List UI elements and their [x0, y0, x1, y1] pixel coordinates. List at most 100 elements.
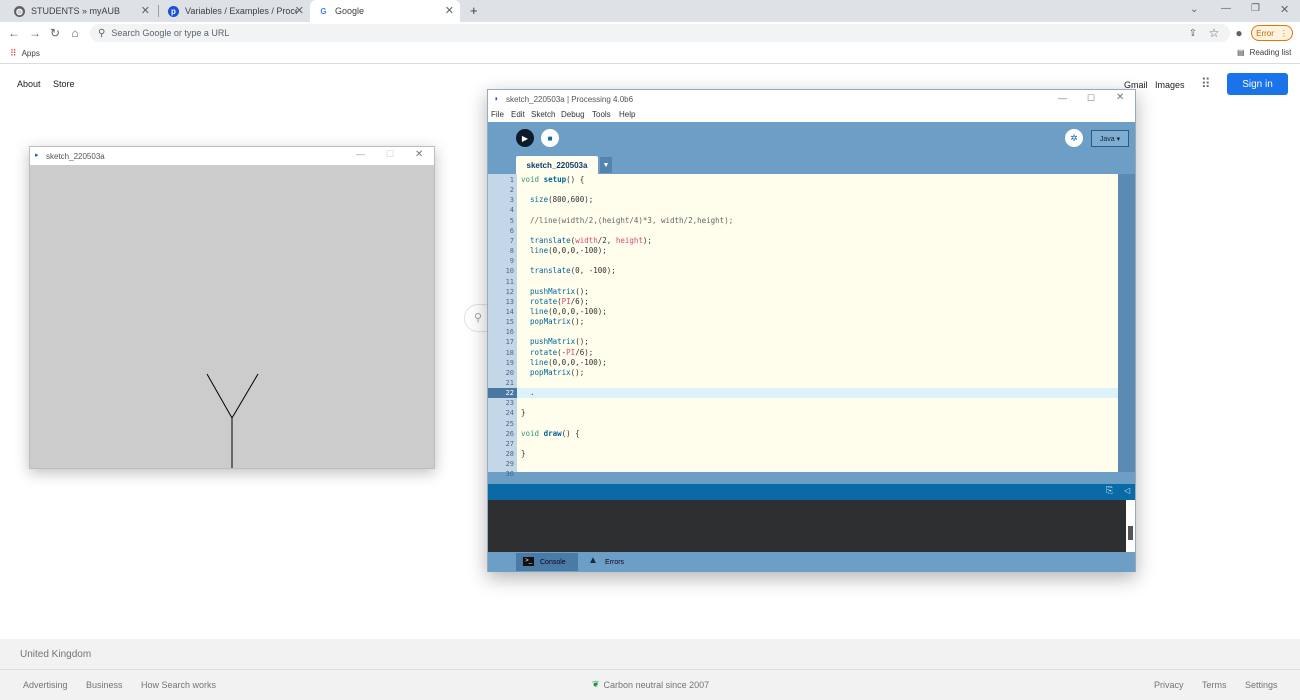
- sign-in-button[interactable]: Sign in: [1227, 73, 1288, 95]
- menu-edit[interactable]: Edit: [511, 110, 525, 119]
- tree-right-branch-line: [231, 373, 259, 419]
- code-line: pushMatrix();: [530, 286, 589, 296]
- tab-processing[interactable]: p Variables / Examples / Processing ✕: [160, 0, 310, 22]
- run-button[interactable]: ▶: [516, 129, 534, 147]
- about-link[interactable]: About: [17, 79, 41, 89]
- error-label: Error: [1256, 28, 1274, 38]
- code-line: void setup() {: [521, 175, 585, 184]
- code-line: translate(width/2, height);: [530, 235, 652, 245]
- tab-menu-arrow-icon[interactable]: ▼: [600, 157, 612, 173]
- editor-scrollbar[interactable]: [1118, 174, 1135, 472]
- minimize-icon[interactable]: —: [356, 149, 365, 159]
- debug-button[interactable]: ✲: [1065, 129, 1083, 147]
- line-number: 15: [505, 318, 514, 327]
- console-tab[interactable]: >_ Console: [516, 553, 578, 571]
- errors-tab[interactable]: ▲ Errors: [588, 553, 648, 571]
- business-link[interactable]: Business: [86, 680, 123, 690]
- carbon-neutral-label: Carbon neutral since 2007: [603, 679, 710, 690]
- close-icon[interactable]: ✕: [445, 4, 454, 17]
- share-icon[interactable]: ⇪: [1184, 24, 1202, 42]
- error-button[interactable]: Error ⋮: [1251, 25, 1293, 41]
- collapse-arrow-icon[interactable]: ◁: [1124, 486, 1130, 495]
- privacy-link[interactable]: Privacy: [1154, 680, 1184, 690]
- sketch-window-titlebar[interactable]: ▸ sketch_220503a — ☐ ✕: [30, 147, 434, 165]
- tab-search-icon[interactable]: ⌄: [1190, 4, 1198, 15]
- images-link[interactable]: Images: [1155, 80, 1185, 90]
- ide-titlebar[interactable]: ◗ sketch_220503a | Processing 4.0b6 — ☐ …: [488, 90, 1135, 109]
- copy-icon[interactable]: ⎘: [1106, 485, 1113, 496]
- maximize-icon[interactable]: ☐: [386, 149, 394, 160]
- browser-toolbar: ← → ↻ ⌂ ⚲ Search Google or type a URL ⇪ …: [0, 22, 1300, 44]
- line-number: 3: [509, 196, 514, 205]
- console-scroll-thumb[interactable]: [1128, 526, 1133, 540]
- code-line: }: [521, 449, 526, 459]
- console-scrollbar[interactable]: [1126, 500, 1135, 552]
- new-tab-button[interactable]: +: [470, 3, 478, 18]
- tab-google[interactable]: G Google ✕: [310, 0, 460, 22]
- profile-icon[interactable]: ●: [1230, 24, 1248, 42]
- mode-selector[interactable]: Java ▾: [1091, 130, 1129, 147]
- ide-menubar: File Edit Sketch Debug Tools Help: [488, 109, 1135, 122]
- reading-list-button[interactable]: ▤ Reading list: [1237, 48, 1291, 57]
- menu-sketch[interactable]: Sketch: [531, 110, 555, 119]
- line-number: 22: [505, 389, 514, 398]
- reading-list-icon: ▤: [1237, 48, 1245, 57]
- tab-myaub[interactable]: ◍ STUDENTS » myAUB ✕: [6, 0, 156, 22]
- stop-button[interactable]: ■: [541, 129, 559, 147]
- line-number: 9: [509, 257, 514, 266]
- country-label: United Kingdom: [20, 649, 92, 660]
- code-editor[interactable]: void setup() { size(800,600); //line(wid…: [517, 174, 1118, 472]
- stop-icon: ■: [547, 133, 553, 143]
- code-line: .: [521, 388, 535, 398]
- close-icon[interactable]: ✕: [295, 4, 304, 17]
- google-icon: G: [320, 6, 327, 16]
- menu-help[interactable]: Help: [619, 110, 635, 119]
- line-number: 16: [505, 328, 514, 337]
- home-icon[interactable]: ⌂: [66, 24, 84, 42]
- sketch-canvas: [206, 373, 259, 468]
- minimize-icon[interactable]: —: [1058, 93, 1067, 103]
- line-number: 27: [505, 439, 514, 448]
- processing-icon: ▸: [35, 152, 39, 159]
- apps-bookmark[interactable]: ⠿ Apps: [10, 48, 40, 59]
- star-icon[interactable]: ☆: [1205, 24, 1223, 42]
- line-number: 12: [505, 287, 514, 296]
- line-number: 6: [509, 226, 514, 235]
- close-icon[interactable]: ✕: [1116, 92, 1124, 103]
- terms-link[interactable]: Terms: [1202, 680, 1227, 690]
- restore-icon[interactable]: ❐: [1251, 3, 1260, 14]
- minimize-icon[interactable]: —: [1221, 3, 1231, 14]
- forward-icon[interactable]: →: [26, 24, 44, 42]
- back-icon[interactable]: ←: [5, 24, 23, 42]
- processing-icon: p: [168, 5, 179, 17]
- how-search-works-link[interactable]: How Search works: [141, 680, 216, 690]
- warning-icon: ▲: [588, 555, 598, 566]
- browser-tab-strip: ◍ STUDENTS » myAUB ✕ p Variables / Examp…: [0, 0, 1300, 22]
- code-line: popMatrix();: [530, 367, 585, 377]
- code-line: popMatrix();: [530, 317, 585, 327]
- reload-icon[interactable]: ↻: [46, 24, 64, 42]
- menu-debug[interactable]: Debug: [561, 110, 585, 119]
- line-number: 29: [505, 460, 514, 469]
- line-number: 25: [505, 419, 514, 428]
- apps-grid-icon[interactable]: ⠿: [1201, 76, 1211, 92]
- menu-file[interactable]: File: [491, 110, 504, 119]
- ide-toolbar: ▶ ■ ✲ Java ▾ sketch_220503a ▼: [488, 122, 1135, 174]
- carbon-neutral-link[interactable]: ❦ Carbon neutral since 2007: [592, 679, 709, 690]
- line-number: 23: [505, 399, 514, 408]
- line-number: 17: [505, 338, 514, 347]
- code-line: rotate(-PI/6);: [530, 347, 594, 357]
- close-window-icon[interactable]: ✕: [1280, 3, 1289, 16]
- maximize-icon[interactable]: ☐: [1087, 93, 1095, 104]
- terminal-icon: >_: [523, 557, 534, 566]
- sketch-tab[interactable]: sketch_220503a: [516, 156, 598, 174]
- processing-icon: ◗: [494, 94, 499, 103]
- store-link[interactable]: Store: [53, 79, 75, 89]
- close-icon[interactable]: ✕: [415, 149, 423, 160]
- advertising-link[interactable]: Advertising: [23, 680, 68, 690]
- menu-tools[interactable]: Tools: [592, 110, 611, 119]
- omnibox[interactable]: ⚲ Search Google or type a URL: [90, 24, 1230, 42]
- close-icon[interactable]: ✕: [141, 4, 150, 17]
- settings-link[interactable]: Settings: [1245, 680, 1278, 690]
- footer-country-bar: United Kingdom: [0, 639, 1300, 670]
